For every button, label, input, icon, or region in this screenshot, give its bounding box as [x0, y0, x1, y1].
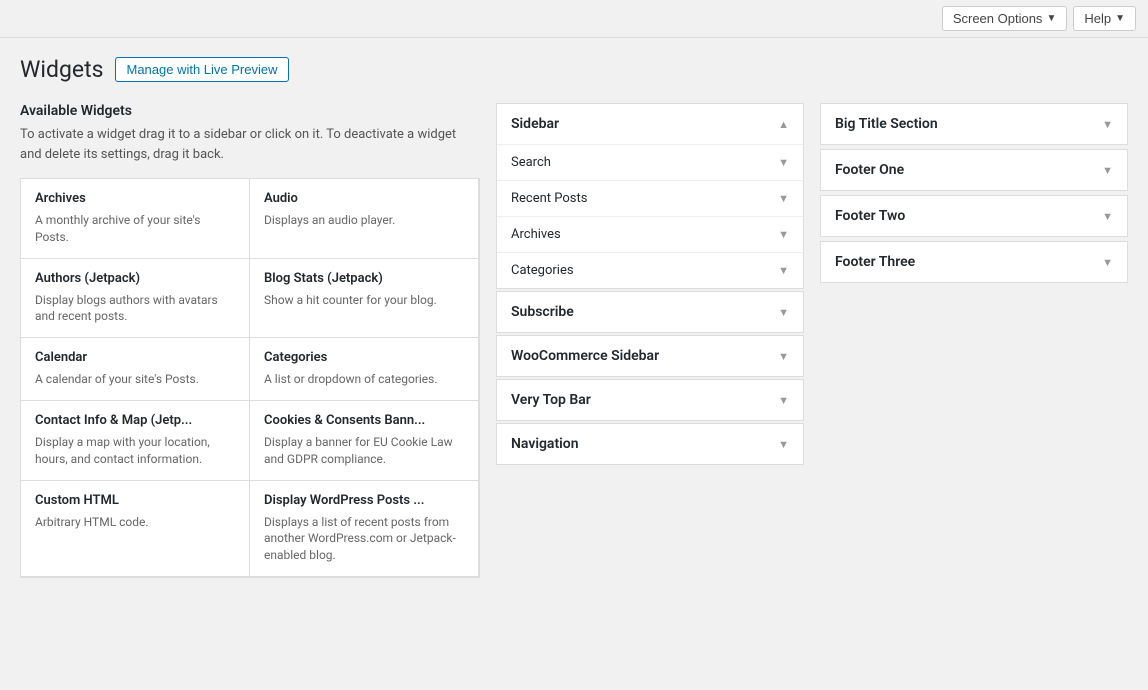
sidebar-widget-chevron-icon: ▼	[778, 156, 789, 169]
widget-item[interactable]: Archives A monthly archive of your site'…	[20, 178, 250, 259]
sidebar-extra-section: Navigation ▼	[496, 423, 804, 465]
widget-item-desc: A list or dropdown of categories.	[264, 371, 464, 388]
widget-item[interactable]: Contact Info & Map (Jetp... Display a ma…	[20, 400, 250, 481]
page-title: Widgets	[20, 56, 103, 83]
screen-options-chevron-icon: ▼	[1046, 13, 1056, 24]
widget-item[interactable]: Audio Displays an audio player.	[249, 178, 479, 259]
available-widgets-description: To activate a widget drag it to a sideba…	[20, 125, 480, 164]
screen-options-button[interactable]: Screen Options ▼	[942, 6, 1068, 31]
widget-item-title: Display WordPress Posts ...	[264, 493, 464, 508]
widget-item[interactable]: Display WordPress Posts ... Displays a l…	[249, 480, 479, 577]
widget-item[interactable]: Custom HTML Arbitrary HTML code.	[20, 480, 250, 577]
widget-item-title: Authors (Jetpack)	[35, 271, 235, 286]
widget-item-desc: Arbitrary HTML code.	[35, 514, 235, 531]
right-panel-section-header[interactable]: Footer Three ▼	[821, 242, 1127, 282]
widget-item-title: Categories	[264, 350, 464, 365]
sidebar-extra-section: WooCommerce Sidebar ▼	[496, 335, 804, 377]
right-panel-section: Big Title Section ▼	[820, 103, 1128, 145]
sidebar-extra-section-title: WooCommerce Sidebar	[511, 348, 659, 364]
widget-item-desc: Show a hit counter for your blog.	[264, 292, 464, 309]
help-label: Help	[1084, 11, 1111, 26]
right-panel-section-title: Big Title Section	[835, 116, 938, 132]
widget-item[interactable]: Blog Stats (Jetpack) Show a hit counter …	[249, 258, 479, 339]
right-panel-section-title: Footer One	[835, 162, 904, 178]
sidebar-section-header[interactable]: Sidebar ▲	[497, 104, 803, 144]
widget-item-title: Custom HTML	[35, 493, 235, 508]
right-panel-section: Footer One ▼	[820, 149, 1128, 191]
sidebar-chevron-icon: ▲	[778, 118, 789, 131]
widget-item-desc: Displays an audio player.	[264, 212, 464, 229]
sidebar-extra-section-header[interactable]: Navigation ▼	[497, 424, 803, 464]
sidebar-widget-row[interactable]: Archives ▼	[497, 217, 803, 253]
sidebar-widget-label: Archives	[511, 227, 561, 242]
sidebar-widget-label: Recent Posts	[511, 191, 587, 206]
main-content: Available Widgets To activate a widget d…	[20, 103, 1128, 578]
widget-item[interactable]: Calendar A calendar of your site's Posts…	[20, 337, 250, 401]
right-panel: Big Title Section ▼ Footer One ▼ Footer …	[820, 103, 1128, 283]
sidebar-extra-section-title: Subscribe	[511, 304, 574, 320]
sidebar-extra-sections: Subscribe ▼ WooCommerce Sidebar ▼ Very T…	[496, 291, 804, 465]
sidebar-extra-section: Very Top Bar ▼	[496, 379, 804, 421]
widget-item[interactable]: Categories A list or dropdown of categor…	[249, 337, 479, 401]
sidebar-widget-label: Categories	[511, 263, 574, 278]
widget-item-desc: Display a map with your location, hours,…	[35, 434, 235, 468]
page-header: Widgets Manage with Live Preview	[20, 56, 1128, 83]
help-chevron-icon: ▼	[1115, 13, 1125, 24]
sidebar-extra-section-header[interactable]: Very Top Bar ▼	[497, 380, 803, 420]
sidebar-extra-chevron-icon: ▼	[778, 350, 789, 363]
widget-item-desc: Display blogs authors with avatars and r…	[35, 292, 235, 326]
sidebar-panel: Sidebar ▲ Search ▼ Recent Posts ▼ Archiv…	[496, 103, 804, 465]
right-panel-chevron-icon: ▼	[1102, 164, 1113, 177]
sidebar-widget-chevron-icon: ▼	[778, 264, 789, 277]
widget-item-desc: A calendar of your site's Posts.	[35, 371, 235, 388]
widget-item-title: Audio	[264, 191, 464, 206]
sidebar-section: Sidebar ▲ Search ▼ Recent Posts ▼ Archiv…	[496, 103, 804, 289]
available-widgets-panel: Available Widgets To activate a widget d…	[20, 103, 480, 578]
right-panel-section: Footer Two ▼	[820, 195, 1128, 237]
widget-item-desc: Display a banner for EU Cookie Law and G…	[264, 434, 464, 468]
sidebar-section-title: Sidebar	[511, 116, 559, 132]
sidebar-extra-section-header[interactable]: WooCommerce Sidebar ▼	[497, 336, 803, 376]
sidebar-extra-chevron-icon: ▼	[778, 438, 789, 451]
sidebar-widget-label: Search	[511, 155, 551, 170]
right-panel-section-title: Footer Two	[835, 208, 905, 224]
right-panel-section-header[interactable]: Big Title Section ▼	[821, 104, 1127, 144]
widget-grid: Archives A monthly archive of your site'…	[20, 178, 480, 578]
manage-live-preview-button[interactable]: Manage with Live Preview	[115, 57, 288, 82]
right-panel-section-title: Footer Three	[835, 254, 915, 270]
sidebar-extra-section-title: Navigation	[511, 436, 579, 452]
sidebar-section-content: Search ▼ Recent Posts ▼ Archives ▼ Categ…	[497, 144, 803, 288]
sidebar-widget-row[interactable]: Recent Posts ▼	[497, 181, 803, 217]
widget-item-desc: A monthly archive of your site's Posts.	[35, 212, 235, 246]
widget-item-title: Cookies & Consents Bann...	[264, 413, 464, 428]
widget-item-desc: Displays a list of recent posts from ano…	[264, 514, 464, 564]
sidebar-widget-chevron-icon: ▼	[778, 228, 789, 241]
available-widgets-heading: Available Widgets	[20, 103, 480, 119]
page-wrapper: Widgets Manage with Live Preview Availab…	[0, 38, 1148, 596]
sidebar-widget-row[interactable]: Search ▼	[497, 145, 803, 181]
sidebar-widget-chevron-icon: ▼	[778, 192, 789, 205]
widget-item-title: Archives	[35, 191, 235, 206]
sidebar-extra-section: Subscribe ▼	[496, 291, 804, 333]
sidebar-extra-chevron-icon: ▼	[778, 394, 789, 407]
screen-options-label: Screen Options	[953, 11, 1043, 26]
sidebar-extra-chevron-icon: ▼	[778, 306, 789, 319]
right-panel-section: Footer Three ▼	[820, 241, 1128, 283]
widget-item-title: Calendar	[35, 350, 235, 365]
widget-item-title: Blog Stats (Jetpack)	[264, 271, 464, 286]
right-panel-chevron-icon: ▼	[1102, 118, 1113, 131]
sidebar-widget-row[interactable]: Categories ▼	[497, 253, 803, 288]
help-button[interactable]: Help ▼	[1073, 6, 1136, 31]
sidebar-extra-section-header[interactable]: Subscribe ▼	[497, 292, 803, 332]
widget-item-title: Contact Info & Map (Jetp...	[35, 413, 235, 428]
sidebar-extra-section-title: Very Top Bar	[511, 392, 591, 408]
right-panel-chevron-icon: ▼	[1102, 256, 1113, 269]
widget-item[interactable]: Cookies & Consents Bann... Display a ban…	[249, 400, 479, 481]
widget-item[interactable]: Authors (Jetpack) Display blogs authors …	[20, 258, 250, 339]
right-panel-chevron-icon: ▼	[1102, 210, 1113, 223]
top-bar: Screen Options ▼ Help ▼	[0, 0, 1148, 38]
right-panel-section-header[interactable]: Footer Two ▼	[821, 196, 1127, 236]
right-panel-section-header[interactable]: Footer One ▼	[821, 150, 1127, 190]
